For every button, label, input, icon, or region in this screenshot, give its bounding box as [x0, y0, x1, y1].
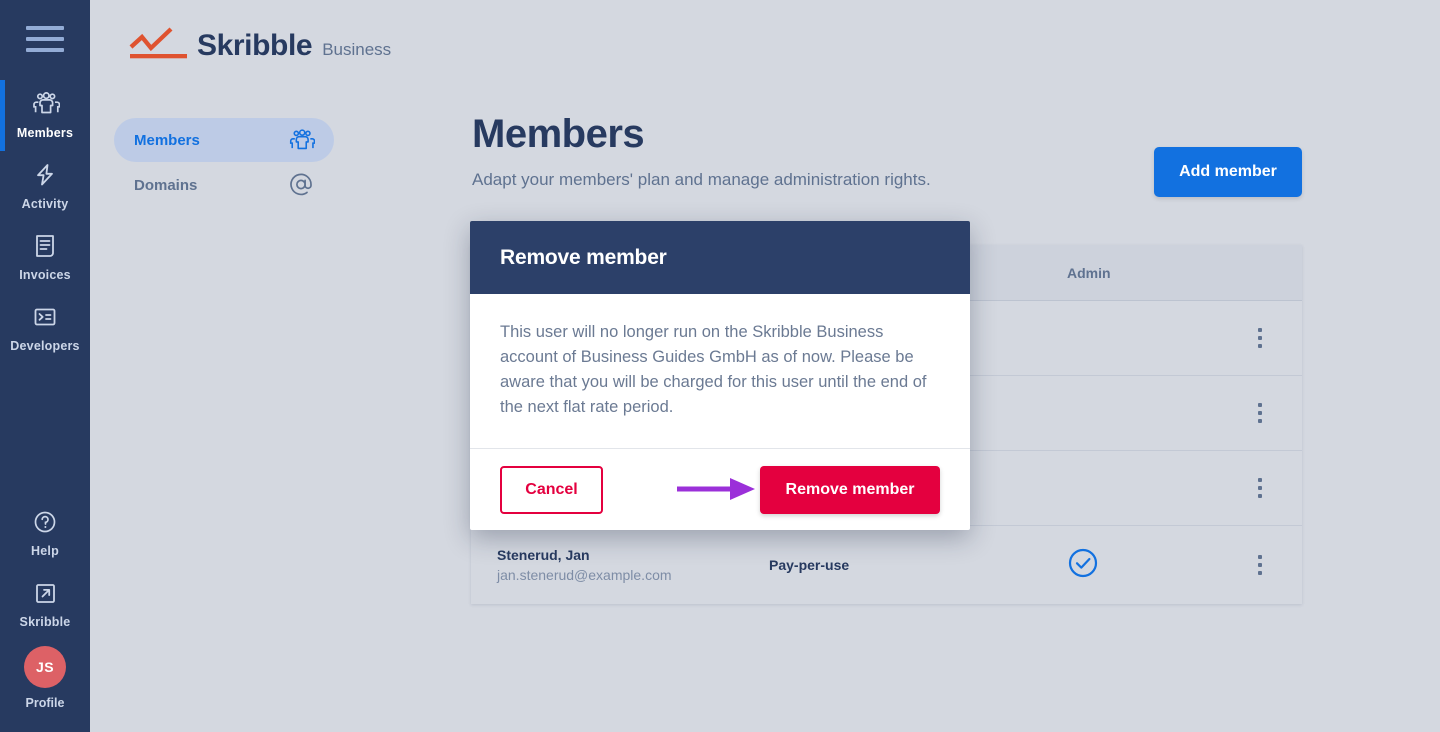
member-email: jan.stenerud@example.com [497, 567, 672, 583]
cell-name: Stenerud, Jan jan.stenerud@example.com [471, 547, 769, 583]
dialog-title: Remove member [500, 245, 667, 269]
cell-admin [1067, 547, 1217, 584]
subnav-item-label: Members [134, 131, 200, 149]
lightning-bolt-icon [32, 160, 58, 190]
profile-label: Profile [25, 696, 65, 710]
sidebar-nav-group: Members Activity Invoices Developers [0, 80, 90, 364]
sidebar-item-label: Help [31, 544, 59, 558]
sidebar-item-label: Invoices [19, 268, 71, 282]
avatar: JS [24, 646, 66, 688]
main-sidebar: Members Activity Invoices Developers Hel… [0, 0, 90, 732]
dialog-body: This user will no longer run on the Skri… [470, 294, 970, 450]
kebab-menu-icon [1252, 472, 1268, 504]
row-menu-button[interactable] [1217, 322, 1302, 354]
sidebar-item-label: Members [16, 126, 74, 140]
sidebar-item-label: Developers [10, 339, 80, 353]
page-header: Members Adapt your members' plan and man… [472, 112, 931, 190]
sidebar-item-label: Skribble [19, 615, 71, 629]
hamburger-bar [26, 26, 64, 30]
sidebar-bottom-group: Help Skribble JS Profile [0, 498, 90, 732]
terminal-prompt-icon [32, 302, 58, 332]
users-group-icon [30, 89, 60, 119]
kebab-menu-icon [1252, 397, 1268, 429]
page-title: Members [472, 112, 645, 156]
kebab-menu-icon [1252, 322, 1268, 354]
confirm-remove-member-button[interactable]: Remove member [760, 465, 940, 514]
cell-plan: Pay-per-use [769, 557, 850, 573]
sidebar-item-label: Activity [21, 197, 69, 211]
dialog-footer: Cancel Remove member [470, 449, 970, 530]
subnav-item-domains[interactable]: Domains [114, 163, 334, 207]
cancel-button[interactable]: Cancel [500, 465, 603, 514]
users-group-icon [286, 128, 316, 152]
hamburger-bar [26, 37, 64, 41]
app-root: Members Activity Invoices Developers Hel… [0, 0, 1440, 732]
sidebar-item-profile[interactable]: JS Profile [0, 640, 90, 720]
sidebar-item-developers[interactable]: Developers [0, 293, 90, 364]
subnav-item-members[interactable]: Members [114, 118, 334, 162]
sidebar-item-members[interactable]: Members [0, 80, 90, 151]
brand-suffix: Business [322, 40, 392, 59]
at-sign-icon [286, 171, 316, 199]
dialog-header: Remove member [470, 221, 970, 294]
question-circle-icon [32, 507, 58, 537]
sidebar-item-skribble[interactable]: Skribble [0, 569, 90, 640]
hamburger-bar [26, 48, 64, 52]
column-header-admin: Admin [1067, 264, 1111, 281]
add-member-button[interactable]: Add member [1154, 147, 1302, 197]
kebab-menu-icon [1252, 549, 1268, 581]
sidebar-item-invoices[interactable]: Invoices [0, 222, 90, 293]
member-name: Stenerud, Jan [497, 547, 590, 563]
table-row[interactable]: Stenerud, Jan jan.stenerud@example.com P… [471, 526, 1302, 604]
external-link-icon [33, 578, 58, 608]
remove-member-dialog: Remove member This user will no longer r… [470, 221, 970, 531]
sidebar-item-help[interactable]: Help [0, 498, 90, 569]
row-menu-button[interactable] [1217, 549, 1302, 581]
sidebar-item-activity[interactable]: Activity [0, 151, 90, 222]
hamburger-icon[interactable] [26, 26, 64, 52]
section-subnav: Members Domains [114, 118, 334, 208]
subnav-item-label: Domains [134, 176, 198, 194]
row-menu-button[interactable] [1217, 472, 1302, 504]
arrow-right-annotation-icon [677, 478, 755, 501]
chart-line-icon [129, 27, 187, 59]
dialog-message: This user will no longer run on the Skri… [500, 323, 927, 417]
brand-logo[interactable]: Skribble Business [129, 27, 391, 61]
page-subtitle: Adapt your members' plan and manage admi… [472, 170, 931, 189]
brand-name: Skribble [197, 29, 313, 62]
admin-check-circle-icon[interactable] [1067, 547, 1099, 584]
row-menu-button[interactable] [1217, 397, 1302, 429]
document-lines-icon [33, 231, 57, 261]
